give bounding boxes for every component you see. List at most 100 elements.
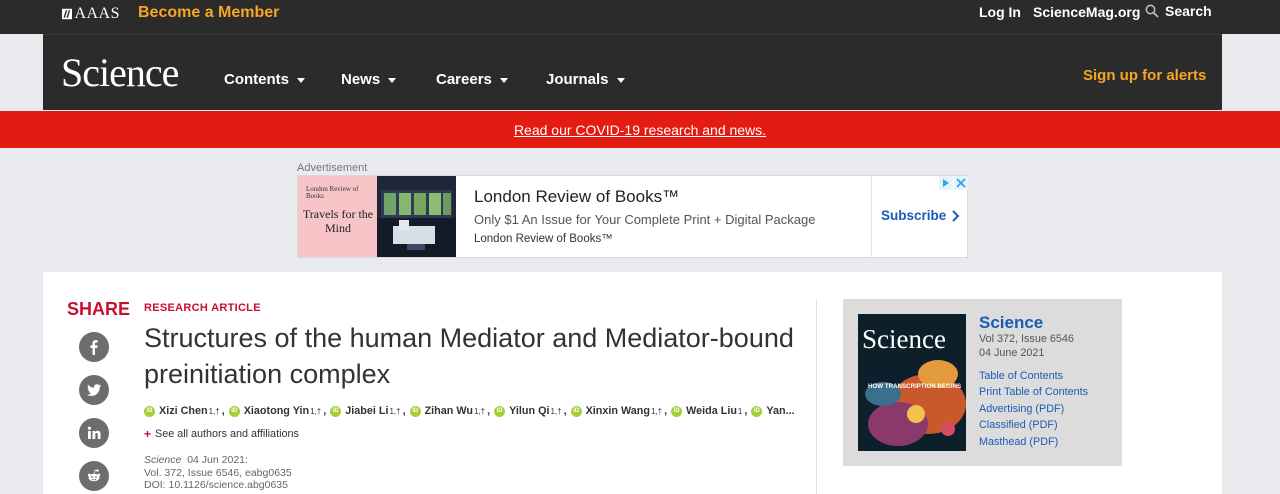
ad-logo-panel: London Review of Books Travels for the M… [298, 176, 377, 257]
author-separator: , [664, 405, 668, 417]
search-label: Search [1165, 3, 1212, 19]
classified-pdf-link[interactable]: Classified (PDF) [979, 419, 1058, 431]
adchoices-icon[interactable] [939, 176, 968, 190]
share-twitter-button[interactable] [79, 375, 109, 405]
become-member-link[interactable]: Become a Member [138, 4, 279, 22]
chevron-down-icon [616, 78, 625, 83]
search-button[interactable]: Search [1145, 3, 1212, 19]
top-bar: AAAS Become a Member Log In ScienceMag.o… [0, 0, 1280, 34]
chevron-down-icon [388, 78, 397, 83]
share-facebook-button[interactable] [79, 332, 109, 362]
chevron-right-icon [952, 209, 960, 222]
issue-date: 04 June 2021 [979, 347, 1045, 359]
author-name: Zihan Wu [424, 405, 473, 417]
nav-news-label: News [341, 71, 381, 88]
author-link[interactable]: iD Yan... [751, 405, 795, 417]
chevron-down-icon [297, 78, 305, 83]
aaas-logo[interactable]: AAAS [62, 5, 120, 22]
author-name: Xiaotong Yin [243, 405, 310, 417]
author-separator: , [487, 405, 491, 417]
aaas-mark-icon [62, 8, 73, 19]
table-of-contents-link[interactable]: Table of Contents [979, 370, 1063, 382]
doi[interactable]: DOI: 10.1126/science.abg0635 [144, 479, 292, 492]
author-separator: , [402, 405, 406, 417]
orcid-icon: iD [570, 405, 582, 417]
nav-careers[interactable]: Careers [436, 71, 508, 88]
plus-icon: + [144, 427, 152, 441]
author-affiliation: 1,† [550, 406, 562, 416]
author-affiliation: 1,† [208, 406, 220, 416]
nav-journals[interactable]: Journals [546, 71, 625, 88]
search-icon [1145, 4, 1159, 18]
ad-description: Only $1 An Issue for Your Complete Print… [474, 212, 816, 227]
nav-journals-label: Journals [546, 71, 609, 88]
author-link[interactable]: iD Zihan Wu 1,† [409, 405, 485, 417]
author-affiliation: 1,† [651, 406, 663, 416]
advertisement[interactable]: London Review of Books Travels for the M… [297, 175, 968, 258]
author-name: Jiabei Li [345, 405, 389, 417]
author-link[interactable]: iD Weida Liu 1 [671, 405, 742, 417]
ad-subscribe-label: Subscribe [881, 208, 947, 223]
author-list: iD Xizi Chen 1,†, iD Xiaotong Yin 1,†, iD Jia… [144, 405, 796, 417]
author-separator: , [221, 405, 225, 417]
advertising-pdf-link[interactable]: Advertising (PDF) [979, 403, 1064, 415]
facebook-icon [90, 340, 98, 355]
author-link[interactable]: iD Xizi Chen 1,† [144, 405, 220, 417]
issue-volume: Vol 372, Issue 6546 [979, 333, 1074, 345]
sign-up-alerts-link[interactable]: Sign up for alerts [1083, 67, 1206, 84]
ad-divider [871, 176, 872, 257]
orcid-icon: iD [671, 405, 683, 417]
author-name: Yan... [766, 405, 795, 417]
linkedin-icon [87, 426, 101, 439]
cover-headline: HOW TRANSCRIPTION BEGINS [868, 383, 961, 390]
nav-careers-label: Careers [436, 71, 492, 88]
orcid-icon: iD [409, 405, 421, 417]
author-separator: , [323, 405, 327, 417]
covid-link[interactable]: Read our COVID-19 research and news. [514, 122, 766, 138]
share-reddit-button[interactable] [79, 461, 109, 491]
author-link[interactable]: iD Xiaotong Yin 1,† [228, 405, 322, 417]
orcid-icon: iD [751, 405, 763, 417]
author-name: Weida Liu [686, 405, 737, 417]
share-heading: SHARE [67, 299, 131, 319]
sciencemag-link[interactable]: ScienceMag.org [1033, 4, 1140, 20]
author-separator: , [563, 405, 567, 417]
journal-name: Science [144, 454, 182, 466]
masthead-pdf-link[interactable]: Masthead (PDF) [979, 436, 1058, 448]
nav-contents[interactable]: Contents [224, 71, 305, 88]
ad-title: London Review of Books™ [474, 187, 680, 206]
orcid-icon: iD [144, 405, 155, 417]
login-link[interactable]: Log In [979, 4, 1021, 20]
author-link[interactable]: iD Yilun Qi 1,† [494, 405, 562, 417]
see-all-authors-label: See all authors and affiliations [155, 428, 299, 440]
ad-subscribe-button[interactable]: Subscribe [881, 208, 960, 223]
main-nav: Science Contents News Careers Journals S… [43, 34, 1222, 110]
covid-banner: Read our COVID-19 research and news. [0, 111, 1280, 148]
ad-brand: London Review of Books™ [474, 233, 613, 245]
author-separator: , [744, 405, 748, 417]
reddit-icon [87, 469, 101, 482]
orcid-icon: iD [494, 405, 506, 417]
nav-contents-label: Contents [224, 71, 289, 88]
ad-illustration [377, 176, 456, 257]
print-toc-link[interactable]: Print Table of Contents [979, 386, 1088, 398]
orcid-icon: iD [228, 405, 240, 417]
author-name: Xizi Chen [159, 405, 208, 417]
science-logo[interactable]: Science [61, 49, 179, 96]
volume-issue: Vol. 372, Issue 6546, eabg0635 [144, 466, 292, 479]
publish-date: 04 Jun 2021: [187, 454, 248, 466]
author-name: Yilun Qi [509, 405, 550, 417]
share-linkedin-button[interactable] [79, 418, 109, 448]
author-link[interactable]: iD Xinxin Wang 1,† [570, 405, 663, 417]
author-link[interactable]: iD Jiabei Li 1,† [330, 405, 401, 417]
issue-cover-image[interactable]: Science HOW TRANSCRIPTION BEGINS [858, 314, 966, 451]
orcid-icon: iD [330, 405, 342, 417]
aaas-wordmark: AAAS [74, 4, 120, 22]
article-panel: SHARE RESEARCH ARTICLE Structures of the… [43, 272, 1222, 494]
nav-news[interactable]: News [341, 71, 397, 88]
see-all-authors-toggle[interactable]: + See all authors and affiliations [144, 427, 299, 441]
ad-tagline: Travels for the Mind [302, 207, 374, 235]
issue-title-link[interactable]: Science [979, 313, 1043, 333]
author-affiliation: 1,† [310, 406, 322, 416]
ad-logo-text: London Review of Books [306, 185, 359, 200]
